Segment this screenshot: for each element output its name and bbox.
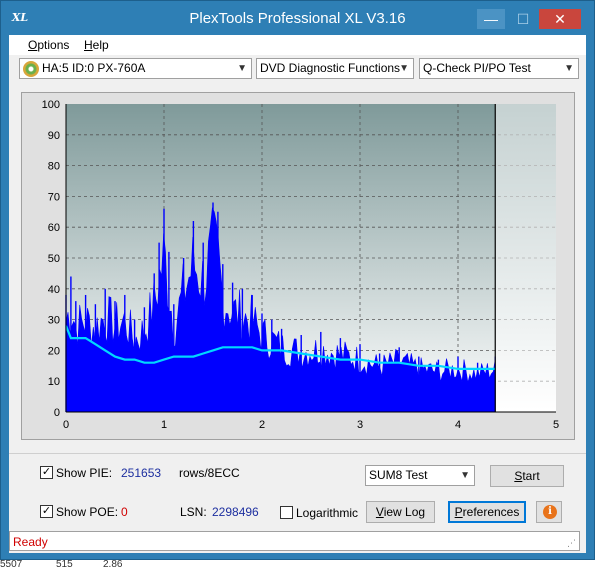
y-tick-label: 30 bbox=[48, 315, 60, 327]
unscanned-region bbox=[495, 104, 556, 412]
function-select-value: DVD Diagnostic Functions bbox=[260, 61, 401, 75]
x-tick-label: 3 bbox=[357, 419, 363, 431]
minimize-button[interactable]: — bbox=[477, 9, 505, 29]
menu-options-accel: O bbox=[28, 38, 38, 52]
lsn-label: LSN: bbox=[180, 505, 207, 519]
app-window: XL PlexTools Professional XL V3.16 — ☐ ✕… bbox=[0, 0, 595, 560]
pi-error-chart: 0 10 20 30 40 50 60 70 80 90 100 0 1 2 3 4 5 bbox=[42, 99, 559, 431]
close-button[interactable]: ✕ bbox=[539, 9, 581, 29]
show-pie-checkbox[interactable]: ✓ bbox=[40, 466, 53, 479]
scan-end-marker bbox=[494, 104, 556, 412]
test-select[interactable]: Q-Check PI/PO Test ▼ bbox=[419, 58, 579, 79]
view-log-button[interactable]: View Log bbox=[366, 501, 435, 523]
status-text: Ready bbox=[13, 535, 48, 549]
chart-panel: 0 10 20 30 40 50 60 70 80 90 100 0 1 2 3 4 5 bbox=[21, 92, 575, 440]
preferences-label: references bbox=[462, 505, 520, 519]
sum-test-value: SUM8 Test bbox=[369, 468, 428, 482]
y-tick-label: 20 bbox=[48, 345, 60, 357]
drive-select[interactable]: HA:5 ID:0 PX-760A ▼ bbox=[19, 58, 252, 79]
view-log-accel: V bbox=[375, 505, 384, 519]
y-tick-label: 50 bbox=[48, 253, 60, 265]
chevron-down-icon: ▼ bbox=[564, 63, 574, 74]
menu-help-accel: H bbox=[84, 38, 93, 52]
x-tick-label: 2 bbox=[259, 419, 265, 431]
start-label: tart bbox=[522, 469, 540, 483]
poe-value: 0 bbox=[121, 505, 128, 519]
show-poe-checkbox[interactable]: ✓ bbox=[40, 505, 53, 518]
background-value-c: 2.86 bbox=[103, 559, 123, 570]
maximize-button[interactable]: ☐ bbox=[509, 9, 537, 29]
show-poe-label: Show POE: bbox=[56, 505, 119, 519]
menu-options[interactable]: Options bbox=[28, 38, 69, 52]
logarithmic-checkbox[interactable] bbox=[280, 506, 293, 519]
chevron-down-icon: ▼ bbox=[399, 63, 409, 74]
logarithmic-label: Logarithmic bbox=[296, 506, 359, 520]
chevron-down-icon: ▼ bbox=[460, 470, 470, 481]
start-button[interactable]: Start bbox=[490, 465, 564, 487]
rows-label: rows/8ECC bbox=[179, 466, 240, 480]
y-tick-label: 10 bbox=[48, 376, 60, 388]
menu-help-label: elp bbox=[92, 38, 109, 52]
background-value-b: 515 bbox=[56, 559, 73, 570]
y-tick-label: 0 bbox=[54, 407, 60, 419]
window-title: PlexTools Professional XL V3.16 bbox=[189, 10, 406, 27]
view-log-label: iew Log bbox=[383, 505, 426, 519]
info-icon: i bbox=[543, 505, 557, 519]
drive-select-value: HA:5 ID:0 PX-760A bbox=[42, 61, 146, 75]
x-tick-label: 0 bbox=[63, 419, 69, 431]
show-pie-label: Show PIE: bbox=[56, 466, 113, 480]
preferences-button[interactable]: Preferences bbox=[448, 501, 526, 523]
divider bbox=[9, 453, 586, 454]
chevron-down-icon: ▼ bbox=[237, 63, 247, 74]
background-value-a: 5507 bbox=[0, 559, 23, 570]
menu-options-label: ptions bbox=[37, 38, 70, 52]
sum-test-select[interactable]: SUM8 Test ▼ bbox=[365, 465, 475, 486]
x-tick-label: 5 bbox=[553, 419, 559, 431]
preferences-accel: P bbox=[454, 505, 463, 519]
function-select[interactable]: DVD Diagnostic Functions ▼ bbox=[256, 58, 414, 79]
resize-grip-icon[interactable]: ⋰ bbox=[567, 538, 577, 548]
y-tick-label: 40 bbox=[48, 284, 60, 296]
lsn-value: 2298496 bbox=[212, 505, 259, 519]
y-tick-label: 100 bbox=[42, 99, 60, 111]
x-tick-label: 4 bbox=[455, 419, 461, 431]
test-select-value: Q-Check PI/PO Test bbox=[423, 61, 531, 75]
menu-help[interactable]: Help bbox=[84, 38, 109, 52]
pie-value: 251653 bbox=[121, 466, 162, 480]
y-tick-label: 80 bbox=[48, 161, 60, 173]
status-bar: Ready ⋰ bbox=[9, 531, 580, 551]
y-tick-label: 60 bbox=[48, 222, 60, 234]
y-tick-label: 70 bbox=[48, 191, 60, 203]
info-button[interactable]: i bbox=[536, 501, 562, 523]
disc-drive-icon bbox=[23, 61, 39, 77]
client-area: Options Help HA:5 ID:0 PX-760A ▼ DVD Dia… bbox=[9, 35, 586, 553]
x-tick-label: 1 bbox=[161, 419, 167, 431]
y-tick-label: 90 bbox=[48, 130, 60, 142]
title-bar[interactable]: XL PlexTools Professional XL V3.16 — ☐ ✕ bbox=[1, 1, 594, 35]
menu-bar: Options Help bbox=[9, 35, 586, 55]
